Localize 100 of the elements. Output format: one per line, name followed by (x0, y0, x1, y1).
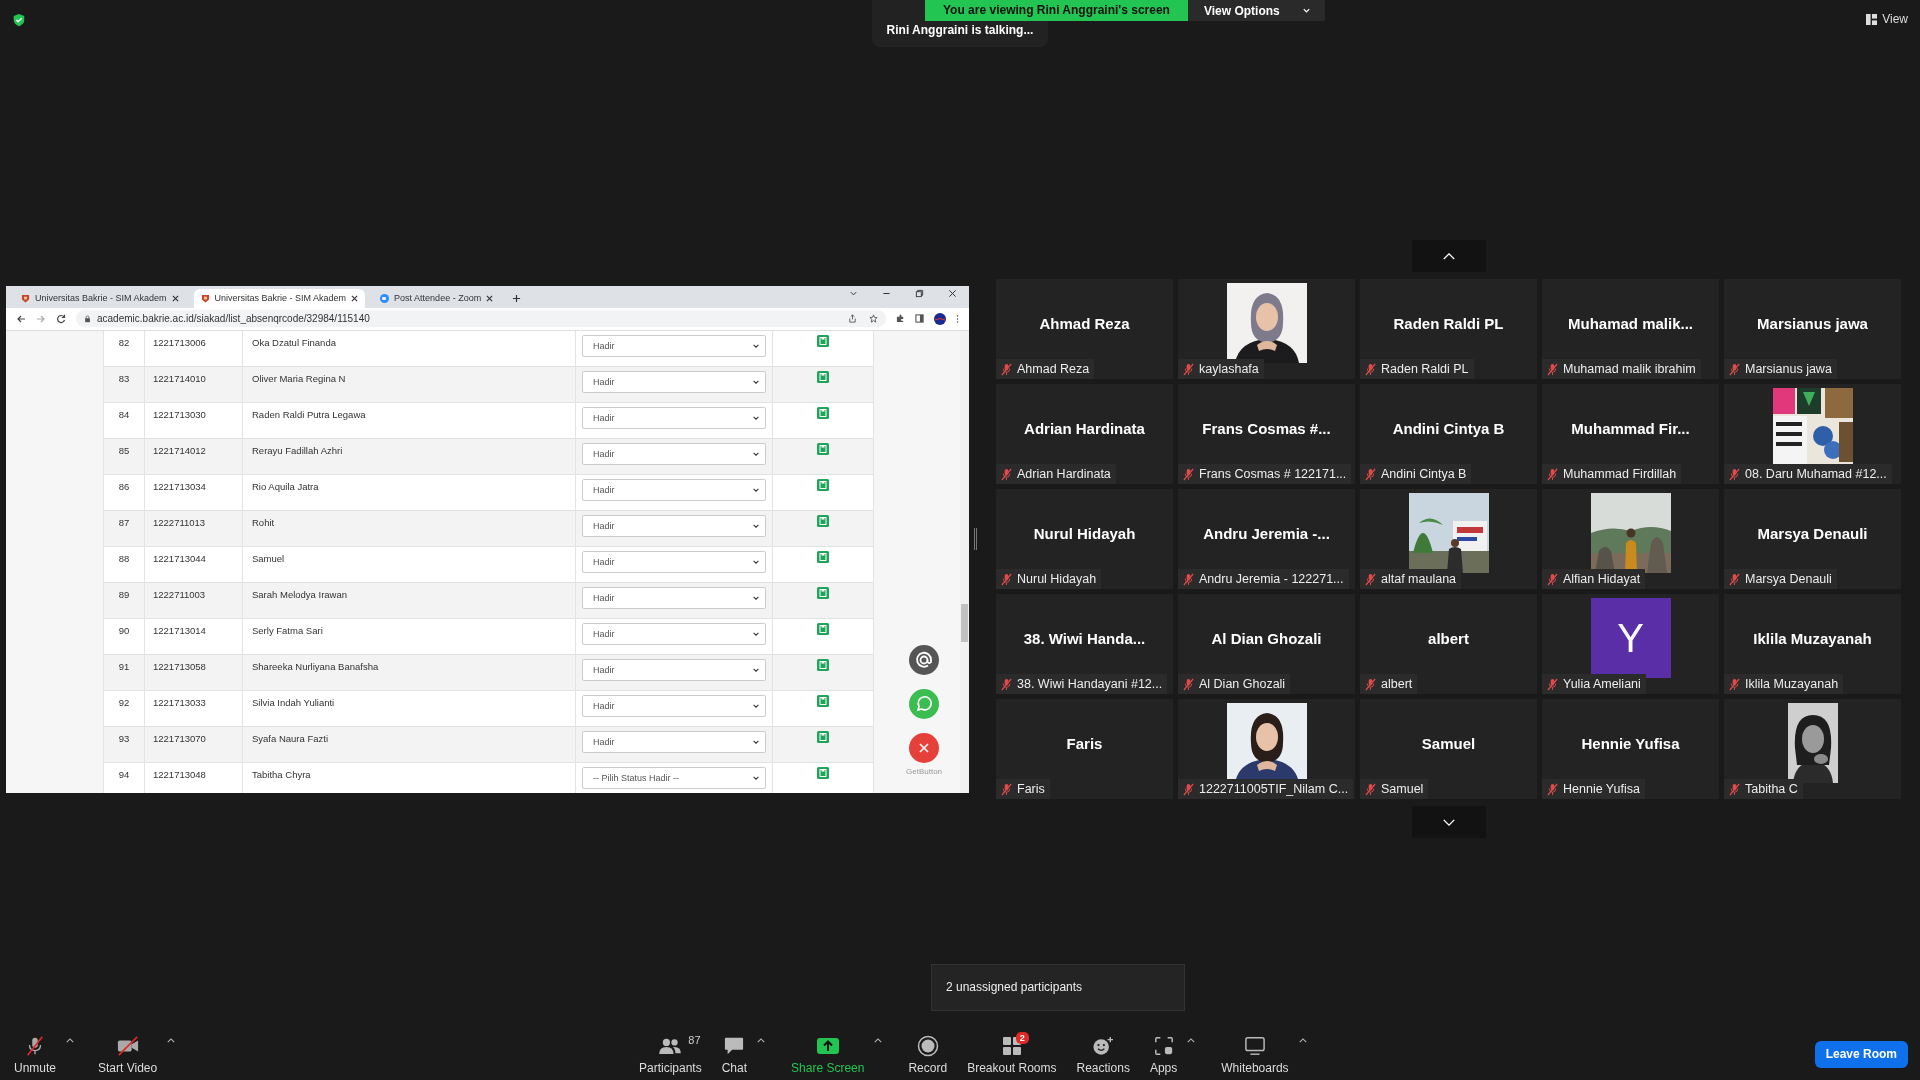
video-button[interactable]: Start Video (92, 1033, 164, 1075)
shield-icon (12, 13, 26, 27)
save-icon[interactable] (817, 766, 829, 779)
status-dropdown[interactable]: Hadir (582, 370, 766, 393)
status-dropdown[interactable]: Hadir (582, 514, 766, 537)
save-icon[interactable] (817, 586, 829, 599)
breakout-button[interactable]: 2 Breakout Rooms (961, 1033, 1063, 1075)
browser-tab[interactable]: Universitas Bakrie - SIM Akadem (14, 288, 186, 308)
status-dropdown[interactable]: Hadir (582, 334, 766, 357)
status-dropdown[interactable]: Hadir (582, 730, 766, 753)
participant-name: Hennie Yufisa (1581, 734, 1680, 752)
email-button-icon[interactable] (909, 644, 939, 675)
close-icon[interactable] (948, 289, 957, 298)
participant-name: albert (1428, 629, 1469, 647)
table-cell: 84 (104, 402, 145, 438)
shield-logo-icon (200, 293, 210, 303)
save-icon[interactable] (817, 370, 829, 383)
sidebar-icon[interactable] (915, 314, 924, 323)
resize-handle[interactable] (974, 528, 977, 550)
apps-icon (1153, 1035, 1174, 1056)
participant-name: 38. Wiwi Handayani #12... (1017, 677, 1163, 691)
participants-button[interactable]: 87 Participants (633, 1033, 708, 1075)
mic-button[interactable]: Unmute (8, 1033, 63, 1075)
restore-icon[interactable] (915, 289, 924, 298)
caret-icon[interactable] (874, 1037, 883, 1043)
close-icon[interactable] (486, 294, 494, 302)
record-button[interactable]: Record (902, 1033, 954, 1075)
grid-view-icon (1866, 13, 1878, 25)
scrollbar-thumb[interactable] (961, 603, 968, 642)
save-icon[interactable] (817, 406, 829, 419)
participant-name: Marsya Denauli (1757, 524, 1868, 542)
caret-icon[interactable] (1187, 1037, 1196, 1043)
table-cell: 1221713006 (145, 330, 243, 366)
participant-name: Muhamad malik... (1567, 314, 1693, 332)
caret-icon[interactable] (757, 1037, 766, 1043)
chat-button[interactable]: Chat (715, 1033, 754, 1075)
save-icon[interactable] (817, 478, 829, 491)
save-icon[interactable] (817, 550, 829, 563)
participant-name: Raden Raldi PL (1393, 314, 1504, 332)
table-cell: Rerayu Fadillah Azhri (243, 438, 576, 474)
caret-icon[interactable] (167, 1037, 176, 1043)
status-dropdown[interactable]: Hadir (582, 478, 766, 501)
new-tab-icon[interactable] (512, 293, 522, 303)
save-icon[interactable] (817, 730, 829, 743)
participant-name: Faris (1066, 734, 1103, 752)
reactions-button[interactable]: Reactions (1070, 1033, 1136, 1075)
participant-name: Alfian Hidayat (1563, 572, 1641, 586)
status-dropdown[interactable]: Hadir (582, 586, 766, 609)
whatsapp-button-icon[interactable] (909, 688, 939, 719)
status-dropdown[interactable]: Hadir (582, 694, 766, 717)
caret-icon[interactable] (66, 1037, 75, 1043)
save-icon[interactable] (817, 658, 829, 671)
browser-tab[interactable]: Post Attendee - Zoom (373, 288, 501, 308)
view-button[interactable]: View (1866, 12, 1908, 26)
profile-avatar-icon[interactable] (934, 312, 946, 325)
leave-room-button[interactable]: Leave Room (1814, 1040, 1908, 1068)
view-options-button[interactable]: View Options (1187, 0, 1325, 21)
share-icon[interactable] (848, 314, 857, 323)
participant-name: Marsianus jawa (1757, 314, 1868, 332)
tab-title: Universitas Bakrie - SIM Akadem (214, 293, 347, 303)
chat-bubble-icon (723, 1035, 746, 1056)
save-icon[interactable] (817, 622, 829, 635)
back-icon[interactable] (16, 313, 26, 324)
status-dropdown[interactable]: Hadir (582, 622, 766, 645)
address-field[interactable]: academic.bakrie.ac.id/siakad/list_absenqrcode/32984/115140 (76, 310, 886, 327)
status-dropdown[interactable]: Hadir (582, 406, 766, 429)
star-icon[interactable] (869, 314, 878, 323)
chevron-up-icon (1441, 251, 1456, 261)
browser-tab[interactable]: Universitas Bakrie - SIM Akadem (193, 288, 366, 308)
table-cell: Syafa Naura Fazti (243, 726, 576, 762)
status-dropdown[interactable]: -- Pilih Status Hadir -- (582, 766, 766, 789)
share-button[interactable]: Share Screen (785, 1033, 871, 1075)
participant-name: Adrian Hardinata (1024, 419, 1145, 437)
close-icon[interactable] (351, 294, 359, 302)
participant-name: albert (1381, 677, 1413, 691)
close-button-icon[interactable] (909, 732, 939, 763)
participant-name: Marsya Denauli (1745, 572, 1832, 586)
table-cell: Rio Aquila Jatra (243, 474, 576, 510)
reload-icon[interactable] (56, 313, 66, 324)
status-dropdown[interactable]: Hadir (582, 442, 766, 465)
puzzle-icon[interactable] (896, 314, 905, 323)
people-icon (658, 1036, 683, 1055)
save-icon[interactable] (817, 694, 829, 707)
caret-icon[interactable] (1298, 1037, 1307, 1043)
lock-icon (84, 314, 91, 323)
save-icon[interactable] (817, 334, 829, 347)
close-icon[interactable] (171, 294, 179, 302)
whiteboards-button[interactable]: Whiteboards (1215, 1033, 1295, 1075)
table-cell: Oliver Maria Regina N (243, 366, 576, 402)
more-icon[interactable] (956, 313, 959, 324)
status-dropdown[interactable]: Hadir (582, 550, 766, 573)
status-dropdown[interactable]: Hadir (582, 658, 766, 681)
save-icon[interactable] (817, 442, 829, 455)
apps-button[interactable]: Apps (1143, 1033, 1184, 1075)
table-cell: 86 (104, 474, 145, 510)
forward-icon[interactable] (36, 313, 46, 324)
chevron-down-icon (1441, 817, 1456, 827)
chevron-down-icon[interactable] (849, 289, 858, 298)
save-icon[interactable] (817, 514, 829, 527)
participant-name: Muhammad Firdillah (1563, 467, 1677, 481)
